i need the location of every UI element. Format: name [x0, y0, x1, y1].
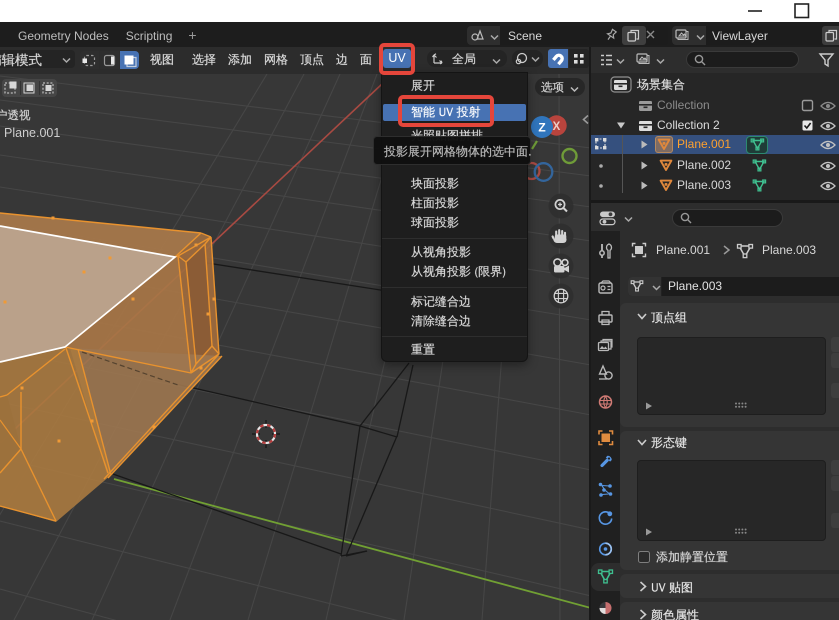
svg-text:Z: Z: [538, 121, 545, 135]
svg-text:X: X: [553, 121, 561, 133]
